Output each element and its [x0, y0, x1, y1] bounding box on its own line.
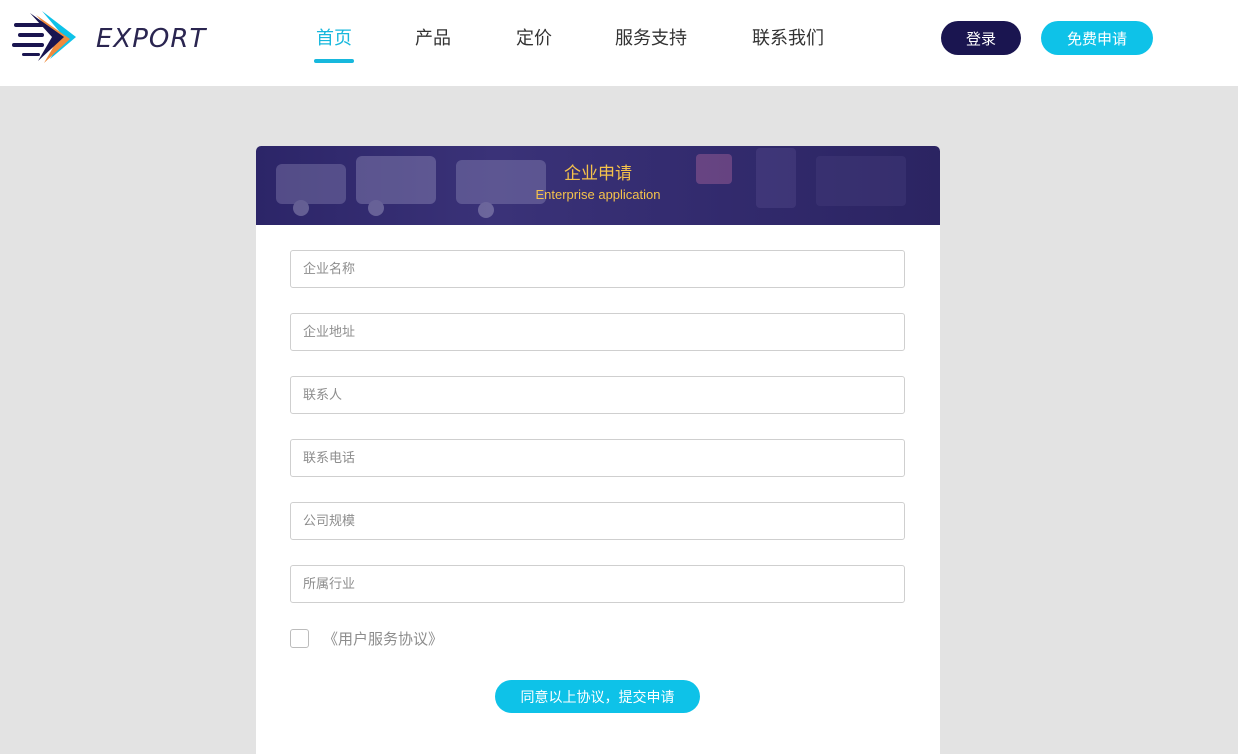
enterprise-application-card: 企业申请 Enterprise application 《用户服务协议》 同意以… — [256, 146, 940, 754]
free-apply-button[interactable]: 免费申请 — [1041, 21, 1153, 55]
nav-item-support[interactable]: 服务支持 — [615, 26, 687, 52]
nav-item-products[interactable]: 产品 — [415, 26, 451, 52]
nav-item-home[interactable]: 首页 — [316, 26, 352, 52]
contact-phone-input[interactable] — [290, 439, 905, 477]
contact-person-input[interactable] — [290, 376, 905, 414]
company-name-input[interactable] — [290, 250, 905, 288]
nav-item-pricing[interactable]: 定价 — [516, 26, 552, 52]
agreement-row: 《用户服务协议》 — [290, 628, 443, 648]
industry-input[interactable] — [290, 565, 905, 603]
submit-application-button[interactable]: 同意以上协议，提交申请 — [495, 680, 700, 713]
nav-active-indicator — [314, 59, 354, 63]
agreement-checkbox[interactable] — [290, 628, 309, 648]
nav-item-contact[interactable]: 联系我们 — [752, 26, 824, 52]
company-size-input[interactable] — [290, 502, 905, 540]
form-banner: 企业申请 Enterprise application — [256, 146, 940, 225]
login-button[interactable]: 登录 — [941, 21, 1021, 55]
company-address-input[interactable] — [290, 313, 905, 351]
form-title: 企业申请 — [564, 164, 632, 184]
top-header: EXPORT 首页 产品 定价 服务支持 联系我们 登录 免费申请 — [0, 0, 1238, 86]
user-agreement-link[interactable]: 《用户服务协议》 — [323, 628, 443, 649]
form-subtitle: Enterprise application — [535, 187, 661, 202]
